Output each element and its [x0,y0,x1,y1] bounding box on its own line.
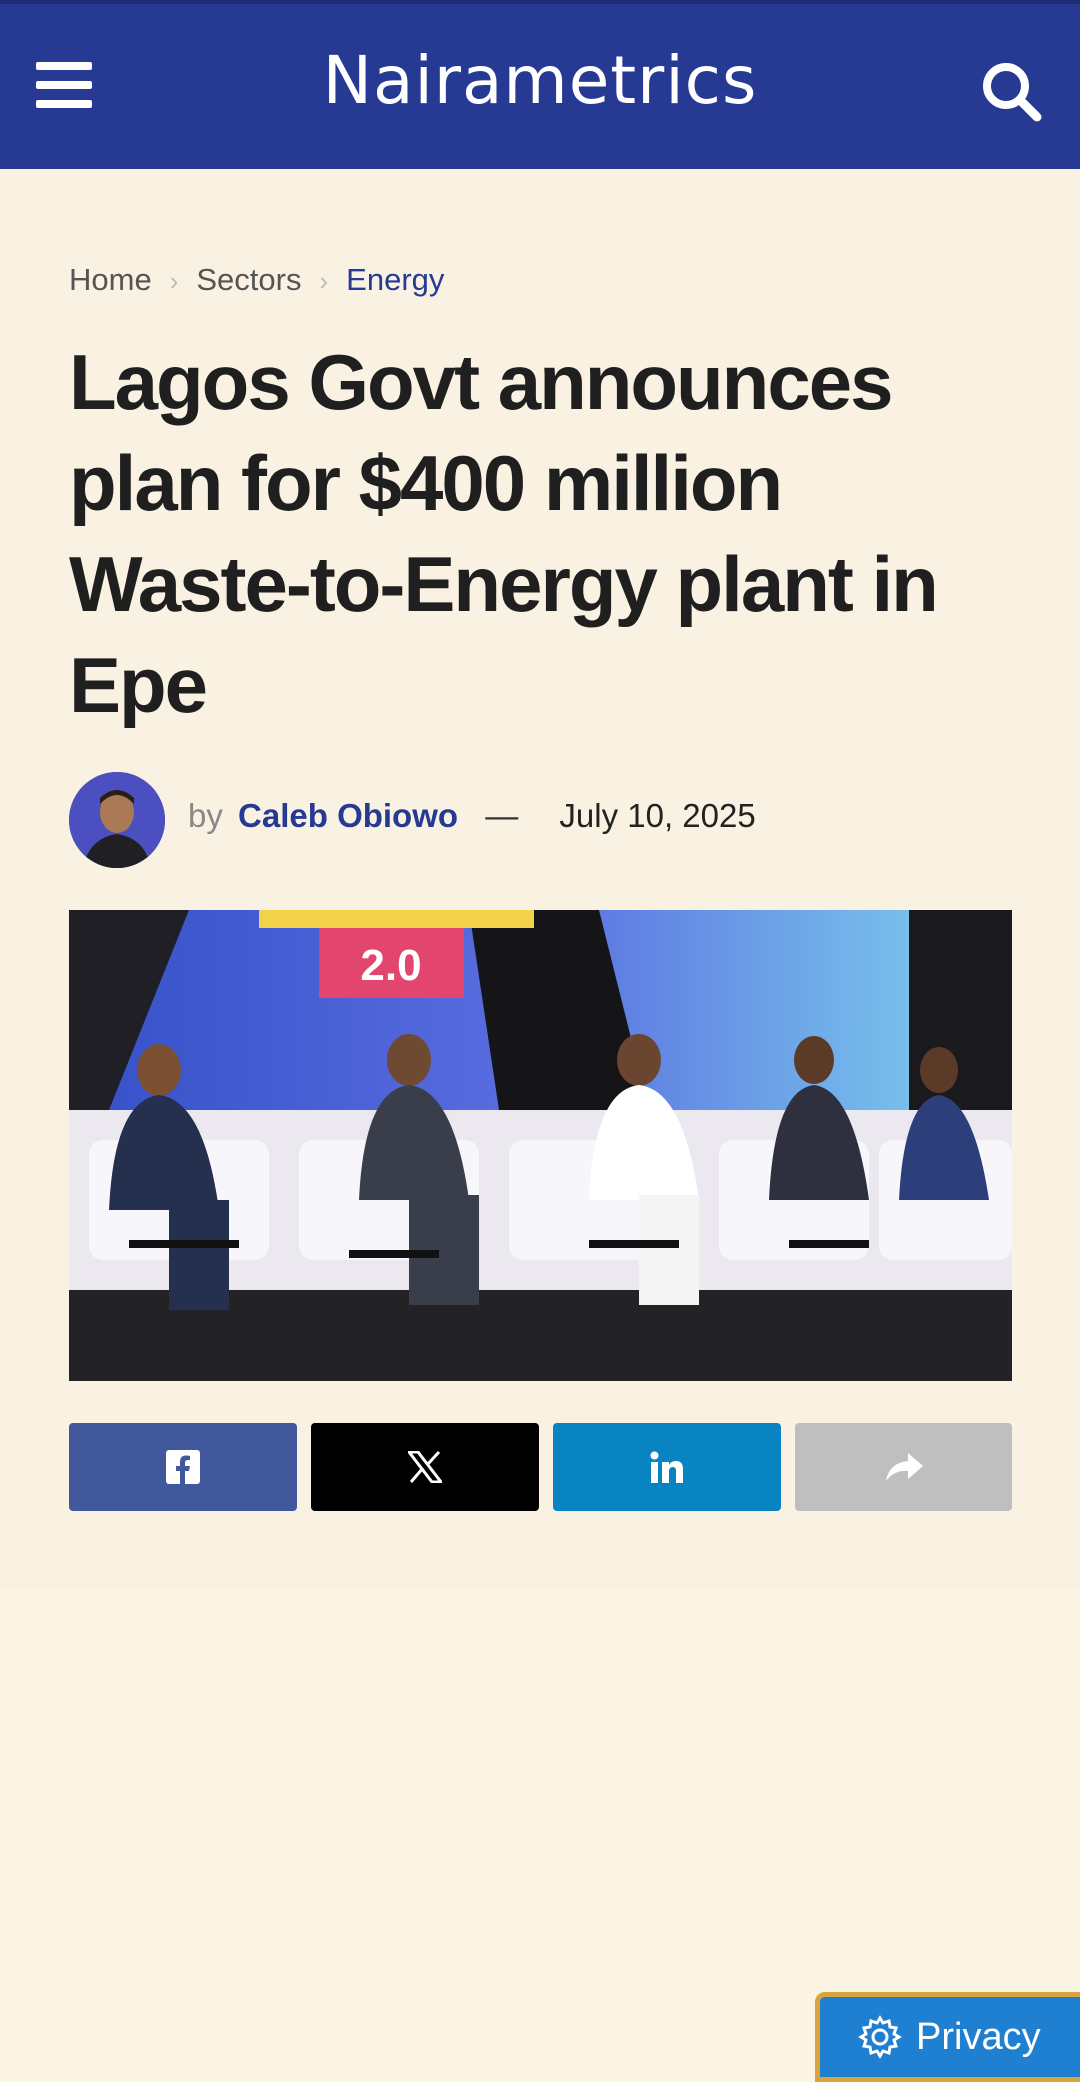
author-avatar[interactable] [69,772,165,868]
linkedin-share-button[interactable] [553,1423,781,1511]
share-icon [885,1453,923,1481]
byline-prefix: by [188,797,223,834]
share-bar [69,1423,1012,1511]
facebook-icon [166,1450,200,1484]
privacy-settings-button[interactable]: Privacy [815,1992,1080,2082]
byline: by Caleb Obiowo — July 10, 2025 [188,797,756,835]
article-title: Lagos Govt announces plan for $400 milli… [69,338,939,729]
publish-date: July 10, 2025 [559,797,756,834]
hero-image[interactable]: 2.0 [69,910,1012,1381]
breadcrumb-home[interactable]: Home [69,262,152,297]
privacy-label: Privacy [916,2015,1041,2058]
chevron-right-icon: › [319,266,329,296]
site-logo[interactable]: Nairametrics [0,42,1080,119]
site-header: Nairametrics [0,0,1080,169]
x-twitter-icon [408,1451,442,1483]
x-share-button[interactable] [311,1423,539,1511]
linkedin-icon [650,1451,683,1483]
more-share-button[interactable] [795,1423,1012,1511]
author-link[interactable]: Caleb Obiowo [238,797,458,834]
search-icon[interactable] [980,60,1044,124]
breadcrumb: Home › Sectors › Energy [69,262,444,298]
gear-icon [858,2015,902,2059]
hero-banner-text: 2.0 [360,941,421,990]
facebook-share-button[interactable] [69,1423,297,1511]
byline-dash: — [485,797,519,834]
breadcrumb-energy[interactable]: Energy [346,262,444,297]
chevron-right-icon: › [169,266,179,296]
breadcrumb-sectors[interactable]: Sectors [196,262,301,297]
